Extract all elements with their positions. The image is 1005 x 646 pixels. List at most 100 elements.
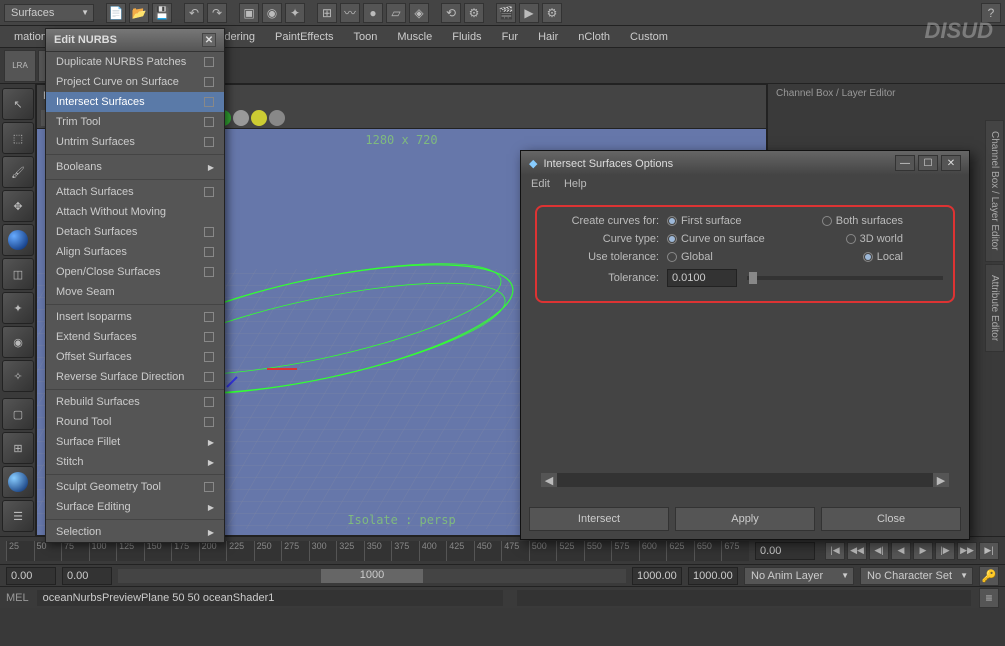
option-box-icon[interactable] — [204, 332, 214, 342]
range-track[interactable]: 1000 — [118, 569, 626, 583]
dialog-menu-help[interactable]: Help — [564, 178, 587, 190]
radio-option[interactable]: Both surfaces — [822, 215, 903, 227]
option-box-icon[interactable] — [204, 247, 214, 257]
nurbs-menu-item[interactable]: Insert Isoparms — [46, 307, 224, 327]
vert-tab-attribute[interactable]: Attribute Editor — [985, 264, 1004, 352]
intersect-button[interactable]: Intersect — [529, 507, 669, 531]
layout-four[interactable]: ⊞ — [2, 432, 34, 464]
range-end1[interactable] — [632, 567, 682, 585]
option-box-icon[interactable] — [204, 137, 214, 147]
nurbs-menu-item[interactable]: Rebuild Surfaces — [46, 392, 224, 412]
nurbs-menu-item[interactable]: Project Curve on Surface — [46, 72, 224, 92]
move-tool[interactable]: ✥ — [2, 190, 34, 222]
radio-icon[interactable] — [846, 234, 856, 244]
option-box-icon[interactable] — [204, 352, 214, 362]
close-icon[interactable]: ✕ — [941, 155, 961, 171]
rotate-tool[interactable] — [2, 224, 34, 256]
edit-nurbs-title[interactable]: Edit NURBS ✕ — [46, 29, 224, 52]
close-button[interactable]: Close — [821, 507, 961, 531]
new-scene-icon[interactable]: 📄 — [106, 3, 126, 23]
ipr-icon[interactable]: ▶ — [519, 3, 539, 23]
soft-tool[interactable]: ◉ — [2, 326, 34, 358]
nurbs-menu-item[interactable]: Open/Close Surfaces — [46, 262, 224, 282]
snap-grid-icon[interactable]: ⊞ — [317, 3, 337, 23]
radio-option[interactable]: First surface — [667, 215, 742, 227]
nurbs-menu-item[interactable]: Attach Surfaces — [46, 182, 224, 202]
play-back-icon[interactable]: ◀| — [869, 542, 889, 560]
layout-single[interactable]: ▢ — [2, 398, 34, 430]
nurbs-menu-item[interactable]: Reverse Surface Direction — [46, 367, 224, 387]
shelf-tab[interactable]: Fur — [492, 28, 529, 46]
shelf-tab[interactable]: Hair — [528, 28, 568, 46]
option-box-icon[interactable] — [204, 397, 214, 407]
nurbs-menu-item[interactable]: Intersect Surfaces — [46, 92, 224, 112]
minimize-icon[interactable]: — — [895, 155, 915, 171]
shelf-tab[interactable]: Fluids — [442, 28, 491, 46]
dialog-menu-edit[interactable]: Edit — [531, 178, 550, 190]
play-fwd2-icon[interactable]: ▶▶ — [957, 542, 977, 560]
snap-live-icon[interactable]: ◈ — [409, 3, 429, 23]
manip-tool[interactable]: ✦ — [2, 292, 34, 324]
save-scene-icon[interactable]: 💾 — [152, 3, 172, 23]
radio-icon[interactable] — [667, 234, 677, 244]
last-tool[interactable]: ✧ — [2, 360, 34, 392]
nurbs-menu-item[interactable]: Duplicate NURBS Patches — [46, 52, 224, 72]
option-box-icon[interactable] — [204, 97, 214, 107]
radio-option[interactable]: Curve on surface — [667, 233, 765, 245]
nurbs-menu-item[interactable]: Round Tool — [46, 412, 224, 432]
undo-icon[interactable]: ↶ — [184, 3, 204, 23]
redo-icon[interactable]: ↷ — [207, 3, 227, 23]
nurbs-menu-item[interactable]: Stitch▶ — [46, 452, 224, 472]
nurbs-menu-item[interactable]: Booleans▶ — [46, 157, 224, 177]
nurbs-menu-item[interactable]: Move Seam — [46, 282, 224, 302]
shelf-tab[interactable]: Custom — [620, 28, 678, 46]
radio-icon[interactable] — [667, 252, 677, 262]
sphere-icon[interactable] — [251, 110, 267, 126]
apply-button[interactable]: Apply — [675, 507, 815, 531]
dialog-titlebar[interactable]: ◆Intersect Surfaces Options — ☐ ✕ — [521, 151, 969, 175]
radio-option[interactable]: Global — [667, 251, 713, 263]
option-box-icon[interactable] — [204, 482, 214, 492]
maximize-icon[interactable]: ☐ — [918, 155, 938, 171]
nurbs-menu-item[interactable]: Attach Without Moving — [46, 202, 224, 222]
dialog-hscroll[interactable]: ◀ ▶ — [535, 473, 955, 487]
step-fwd-icon[interactable]: |▶ — [935, 542, 955, 560]
current-frame-input[interactable] — [755, 542, 815, 560]
close-icon[interactable]: ✕ — [202, 33, 216, 47]
paint-select-icon[interactable]: ✦ — [285, 3, 305, 23]
option-box-icon[interactable] — [204, 117, 214, 127]
command-input[interactable]: oceanNurbsPreviewPlane 50 50 oceanShader… — [37, 590, 503, 606]
sphere-icon[interactable] — [233, 110, 249, 126]
snap-plane-icon[interactable]: ▱ — [386, 3, 406, 23]
option-box-icon[interactable] — [204, 57, 214, 67]
nurbs-menu-item[interactable]: Selection▶ — [46, 522, 224, 542]
play-fwd-icon[interactable]: ▶ — [913, 542, 933, 560]
open-scene-icon[interactable]: 📂 — [129, 3, 149, 23]
select-tool[interactable]: ↖ — [2, 88, 34, 120]
anim-layer-dropdown[interactable]: No Anim Layer — [744, 567, 854, 585]
radio-option[interactable]: Local — [863, 251, 903, 263]
range-end2[interactable] — [688, 567, 738, 585]
go-start-icon[interactable]: |◀ — [825, 542, 845, 560]
radio-icon[interactable] — [667, 216, 677, 226]
shelf-lra-icon[interactable]: LRA — [4, 50, 36, 82]
paint-tool[interactable]: 🖌 — [2, 156, 34, 188]
nurbs-menu-item[interactable]: Sculpt Geometry Tool — [46, 477, 224, 497]
snap-curve-icon[interactable]: 〰 — [340, 3, 360, 23]
step-back-icon[interactable]: ◀◀ — [847, 542, 867, 560]
scroll-left-icon[interactable]: ◀ — [541, 473, 557, 487]
shelf-tab[interactable]: PaintEffects — [265, 28, 344, 46]
nurbs-menu-item[interactable]: Surface Fillet▶ — [46, 432, 224, 452]
go-end-icon[interactable]: ▶| — [979, 542, 999, 560]
option-box-icon[interactable] — [204, 372, 214, 382]
range-start2[interactable] — [62, 567, 112, 585]
construction-icon[interactable]: ⚙ — [464, 3, 484, 23]
option-box-icon[interactable] — [204, 312, 214, 322]
radio-option[interactable]: 3D world — [846, 233, 903, 245]
scroll-right-icon[interactable]: ▶ — [933, 473, 949, 487]
tolerance-input[interactable] — [667, 269, 737, 287]
shelf-tab[interactable]: Muscle — [387, 28, 442, 46]
lasso-tool[interactable]: ⬚ — [2, 122, 34, 154]
option-box-icon[interactable] — [204, 77, 214, 87]
nurbs-menu-item[interactable]: Trim Tool — [46, 112, 224, 132]
